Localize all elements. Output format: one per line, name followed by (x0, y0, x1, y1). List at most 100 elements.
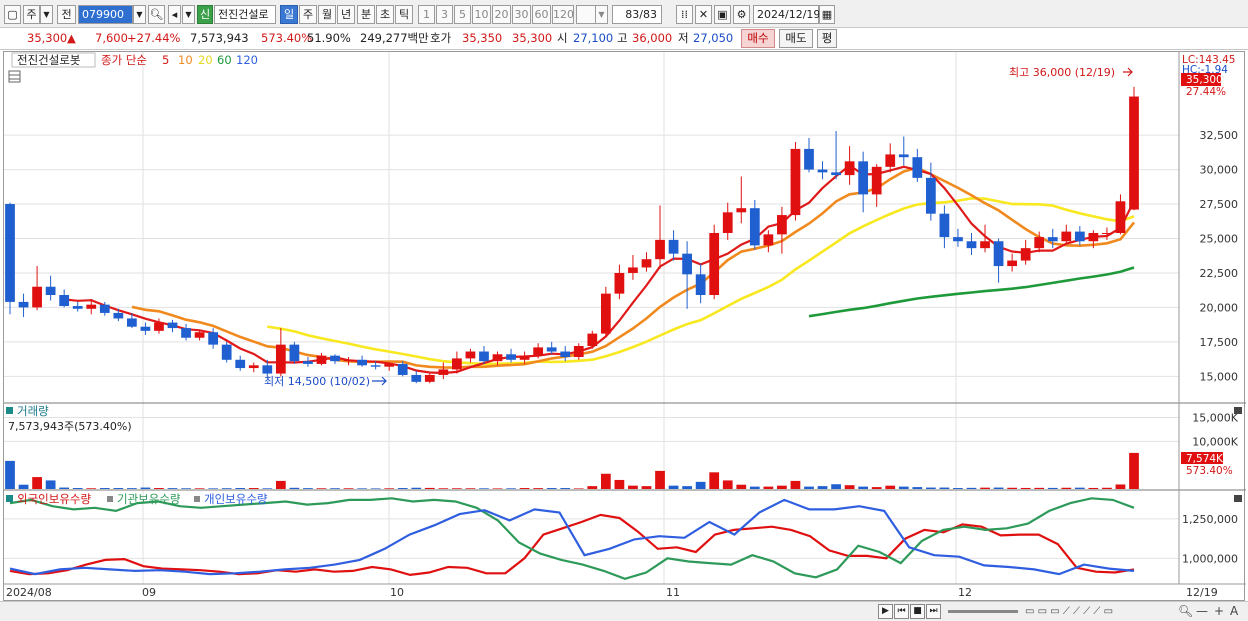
candle-body[interactable] (817, 169, 828, 173)
volume-bar[interactable] (844, 485, 855, 489)
volume-bar[interactable] (885, 485, 896, 489)
volume-bar[interactable] (1034, 487, 1045, 489)
candle-body[interactable] (303, 361, 313, 364)
volume-bar[interactable] (72, 488, 83, 489)
interval-year[interactable]: 년 (337, 5, 355, 24)
candle-body[interactable] (1102, 232, 1112, 234)
volume-bar[interactable] (939, 487, 950, 489)
candle-body[interactable] (208, 332, 219, 345)
sell-button[interactable]: 매도 (779, 29, 813, 48)
candle-body[interactable] (858, 161, 869, 195)
volume-bar[interactable] (289, 487, 300, 489)
chart-svg[interactable]: 32,500 30,000 27,500 25,000 22,500 20,000 17,5… (4, 52, 1246, 602)
candle-body[interactable] (519, 355, 530, 360)
step-120[interactable]: 120 (552, 5, 574, 24)
volume-bar[interactable] (154, 488, 164, 489)
interval-second[interactable]: 초 (376, 5, 394, 24)
interval-tick[interactable]: 틱 (395, 5, 413, 24)
candle-body[interactable] (438, 369, 449, 375)
gear-icon[interactable]: ⚙ (733, 5, 750, 24)
candle-body[interactable] (993, 241, 1004, 267)
volume-bar[interactable] (980, 487, 990, 489)
grid-icon[interactable]: ⁞⁞ (676, 5, 693, 24)
candle-body[interactable] (127, 318, 137, 327)
volume-bar[interactable] (763, 486, 774, 489)
candle-body[interactable] (248, 365, 259, 369)
step-30[interactable]: 30 (512, 5, 531, 24)
candle-body[interactable] (86, 304, 97, 309)
scroll-end-icon[interactable]: ⏭ (926, 604, 941, 619)
volume-bar[interactable] (912, 487, 923, 489)
candle-body[interactable] (804, 148, 814, 170)
volume-bar[interactable] (492, 488, 503, 489)
volume-bar[interactable] (1115, 484, 1126, 489)
volume-bar[interactable] (86, 488, 97, 489)
interval-month[interactable]: 월 (318, 5, 336, 24)
candle-body[interactable] (1020, 248, 1031, 261)
volume-bar[interactable] (641, 486, 652, 489)
candle-body[interactable] (614, 272, 625, 294)
search-icon[interactable]: 🔍︎ (148, 5, 165, 24)
candle-body[interactable] (357, 359, 367, 366)
candle-body[interactable] (628, 267, 638, 273)
volume-bar[interactable] (655, 470, 665, 489)
step-20[interactable]: 20 (492, 5, 511, 24)
volume-bar[interactable] (871, 487, 882, 489)
volume-bar[interactable] (587, 486, 598, 489)
candle-body[interactable] (966, 241, 977, 249)
candle-body[interactable] (885, 154, 896, 167)
candle-body[interactable] (777, 215, 787, 235)
candle-body[interactable] (831, 172, 841, 176)
candle-body[interactable] (5, 204, 15, 302)
volume-bar[interactable] (397, 488, 408, 489)
candle-body[interactable] (560, 351, 571, 358)
candle-body[interactable] (722, 212, 733, 233)
chevron-down-icon[interactable]: ▼ (182, 5, 195, 24)
candle-body[interactable] (573, 346, 584, 358)
interval-week[interactable]: 주 (299, 5, 317, 24)
candle-body[interactable] (709, 232, 720, 296)
candle-body[interactable] (546, 347, 557, 352)
volume-bar[interactable] (1102, 487, 1112, 489)
candle-body[interactable] (32, 286, 42, 308)
volume-bar[interactable] (140, 487, 151, 489)
step-3[interactable]: 3 (436, 5, 453, 24)
volume-bar[interactable] (600, 473, 611, 489)
volume-bar[interactable] (248, 488, 259, 489)
volume-bar[interactable] (546, 488, 557, 489)
volume-bar[interactable] (411, 487, 422, 489)
stop-icon[interactable]: ■ (910, 604, 925, 619)
volume-bar[interactable] (668, 485, 679, 489)
volume-bar[interactable] (953, 488, 963, 489)
volume-bar[interactable] (831, 484, 841, 489)
candle-body[interactable] (1034, 237, 1045, 249)
volume-bar[interactable] (465, 488, 476, 489)
volume-bar[interactable] (167, 488, 178, 489)
volume-bar[interactable] (370, 488, 381, 489)
candle-body[interactable] (668, 239, 679, 254)
volume-bar[interactable] (99, 488, 110, 489)
holdings-pane-marker[interactable] (6, 495, 13, 502)
chevron-down-icon[interactable]: ▼ (595, 5, 608, 24)
volume-bar[interactable] (695, 481, 706, 489)
candle-body[interactable] (262, 365, 273, 374)
candle-body[interactable] (45, 286, 56, 296)
period-main-select[interactable]: 주 (23, 5, 40, 24)
candle-body[interactable] (140, 326, 151, 331)
candle-body[interactable] (411, 374, 422, 382)
volume-bar[interactable] (777, 485, 787, 489)
candle-body[interactable] (790, 148, 801, 216)
font-size-icon[interactable]: A (1230, 604, 1238, 619)
candle-body[interactable] (384, 363, 395, 367)
volume-bar[interactable] (452, 488, 462, 489)
volume-bar[interactable] (32, 477, 42, 489)
candle-body[interactable] (1129, 96, 1139, 210)
interval-day[interactable]: 일 (280, 5, 298, 24)
volume-bar[interactable] (628, 485, 638, 489)
volume-bar[interactable] (1007, 487, 1017, 489)
volume-bar[interactable] (1020, 487, 1031, 489)
candle-body[interactable] (221, 344, 232, 360)
volume-bar[interactable] (303, 488, 313, 489)
candle-body[interactable] (506, 354, 516, 360)
candle-body[interactable] (479, 351, 489, 362)
